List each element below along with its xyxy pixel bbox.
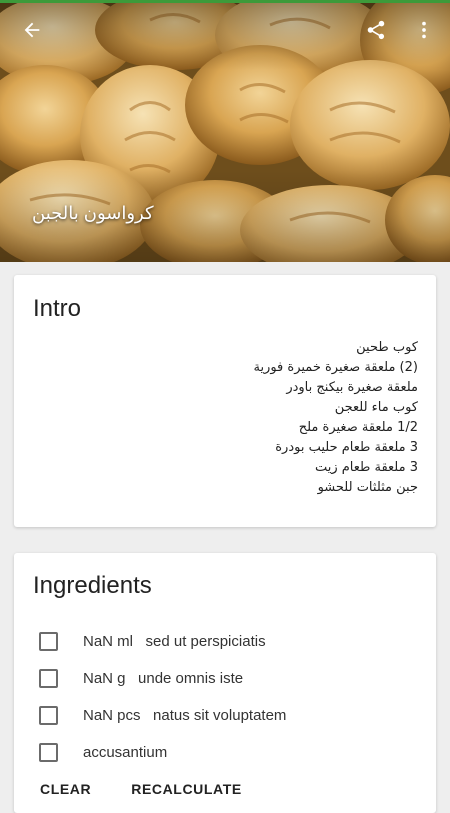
intro-line: 3 ملعقة طعام زيت: [314, 460, 418, 475]
ingredients-title: Ingredients: [33, 572, 152, 599]
ingredient-checkbox[interactable]: [39, 669, 58, 688]
ingredient-label: accusantium: [83, 744, 168, 761]
ingredient-item[interactable]: NaN g unde omnis iste: [39, 660, 419, 697]
recalculate-button[interactable]: RECALCULATE: [131, 781, 242, 797]
ingredients-list: NaN ml sed ut perspiciatis NaN g unde om…: [39, 623, 419, 771]
intro-line: كوب طحين: [356, 340, 418, 355]
ingredient-item[interactable]: accusantium: [39, 734, 419, 771]
intro-line: كوب ماء للعجن: [334, 400, 418, 415]
ingredients-card: Ingredients NaN ml sed ut perspiciatis N…: [14, 553, 436, 813]
ingredient-label: NaN g unde omnis iste: [83, 670, 244, 687]
back-button[interactable]: [12, 12, 52, 48]
more-options-button[interactable]: [406, 12, 442, 48]
ingredient-label: NaN pcs natus sit voluptatem: [83, 707, 287, 724]
intro-title: Intro: [33, 295, 82, 322]
ingredient-checkbox[interactable]: [39, 632, 58, 651]
ingredient-checkbox[interactable]: [39, 743, 58, 762]
ingredient-label: NaN ml sed ut perspiciatis: [83, 633, 266, 650]
clear-button[interactable]: CLEAR: [40, 781, 91, 797]
arrow-back-icon: [24, 22, 40, 38]
intro-line: 3 ملعقة طعام حليب بودرة: [275, 440, 418, 455]
intro-text: كوب طحين (2) ملعقة صغيرة خميرة فورية ملع…: [118, 338, 418, 498]
intro-line: 1/2 ملعقة صغيرة ملح: [298, 420, 418, 435]
status-bar-strip: [0, 0, 450, 3]
ingredient-item[interactable]: NaN pcs natus sit voluptatem: [39, 697, 419, 734]
intro-line: جبن مثلثات للحشو: [317, 480, 418, 495]
more-vert-icon: [422, 21, 426, 39]
intro-line: ملعقة صغيرة بيكنج باودر: [286, 380, 418, 395]
intro-line: (2) ملعقة صغيرة خميرة فورية: [253, 360, 418, 375]
intro-card: Intro كوب طحين (2) ملعقة صغيرة خميرة فور…: [14, 275, 436, 527]
share-button[interactable]: [356, 12, 396, 48]
ingredients-actions: CLEAR RECALCULATE: [40, 781, 282, 797]
share-icon: [367, 20, 385, 40]
recipe-title: كرواسون بالجبن: [32, 203, 154, 223]
ingredient-checkbox[interactable]: [39, 706, 58, 725]
ingredient-item[interactable]: NaN ml sed ut perspiciatis: [39, 623, 419, 660]
